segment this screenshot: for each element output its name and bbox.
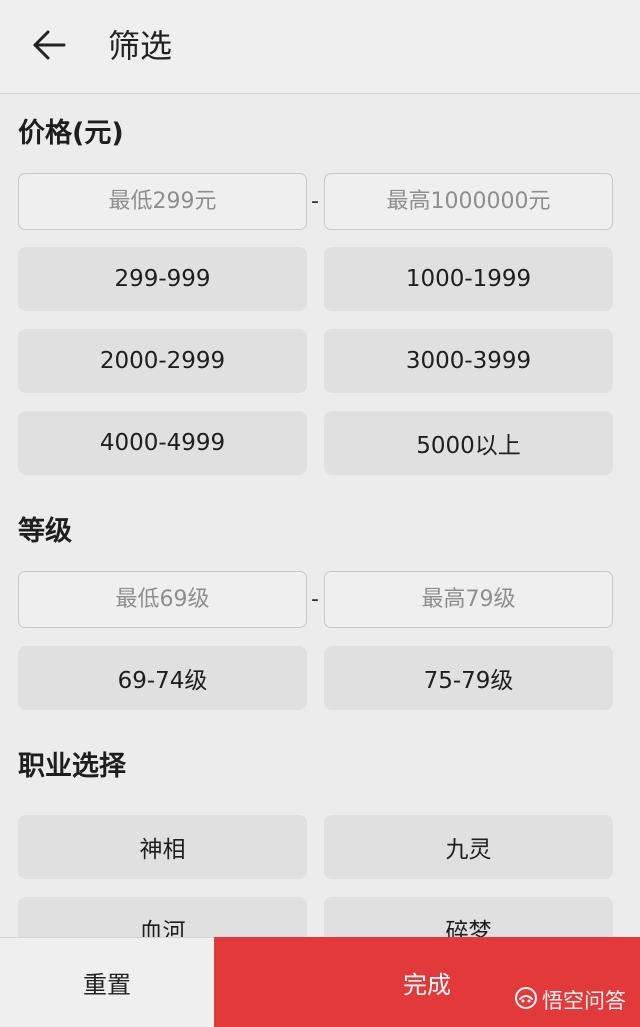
- profession-section-title: 职业选择: [18, 751, 126, 782]
- price-section-title: 价格(元): [18, 118, 124, 149]
- reset-button[interactable]: 重置: [0, 937, 214, 1027]
- price-option-chip[interactable]: 2000-2999: [18, 329, 307, 393]
- profession-option-chip[interactable]: 碎梦: [324, 897, 613, 937]
- filter-content[interactable]: 价格(元) - 299-999 1000-1999 2000-2999 3000…: [0, 94, 640, 937]
- level-max-input[interactable]: [324, 571, 613, 628]
- back-button[interactable]: [26, 24, 72, 70]
- profession-option-chip[interactable]: 九灵: [324, 815, 613, 879]
- price-min-input[interactable]: [18, 173, 307, 230]
- profession-option-chip[interactable]: 血河: [18, 897, 307, 937]
- price-option-chip[interactable]: 5000以上: [324, 411, 613, 475]
- bottom-action-bar: 重置 完成 悟空问答: [0, 937, 640, 1027]
- watermark-text: 悟空问答: [542, 989, 626, 1013]
- level-option-chip[interactable]: 69-74级: [18, 646, 307, 710]
- price-option-chip[interactable]: 3000-3999: [324, 329, 613, 393]
- level-min-input[interactable]: [18, 571, 307, 628]
- wukong-logo-icon: [514, 986, 542, 1015]
- profession-option-chip[interactable]: 神相: [18, 815, 307, 879]
- page-title: 筛选: [108, 27, 173, 65]
- arrow-left-icon: [32, 30, 66, 64]
- top-bar: 筛选: [0, 0, 640, 94]
- watermark: 悟空问答: [514, 985, 626, 1015]
- price-option-chip[interactable]: 299-999: [18, 247, 307, 311]
- price-max-input[interactable]: [324, 173, 613, 230]
- level-option-chip[interactable]: 75-79级: [324, 646, 613, 710]
- level-section-title: 等级: [18, 516, 72, 547]
- price-option-chip[interactable]: 4000-4999: [18, 411, 307, 475]
- level-range-separator: -: [311, 587, 319, 612]
- price-option-chip[interactable]: 1000-1999: [324, 247, 613, 311]
- price-range-separator: -: [311, 189, 319, 214]
